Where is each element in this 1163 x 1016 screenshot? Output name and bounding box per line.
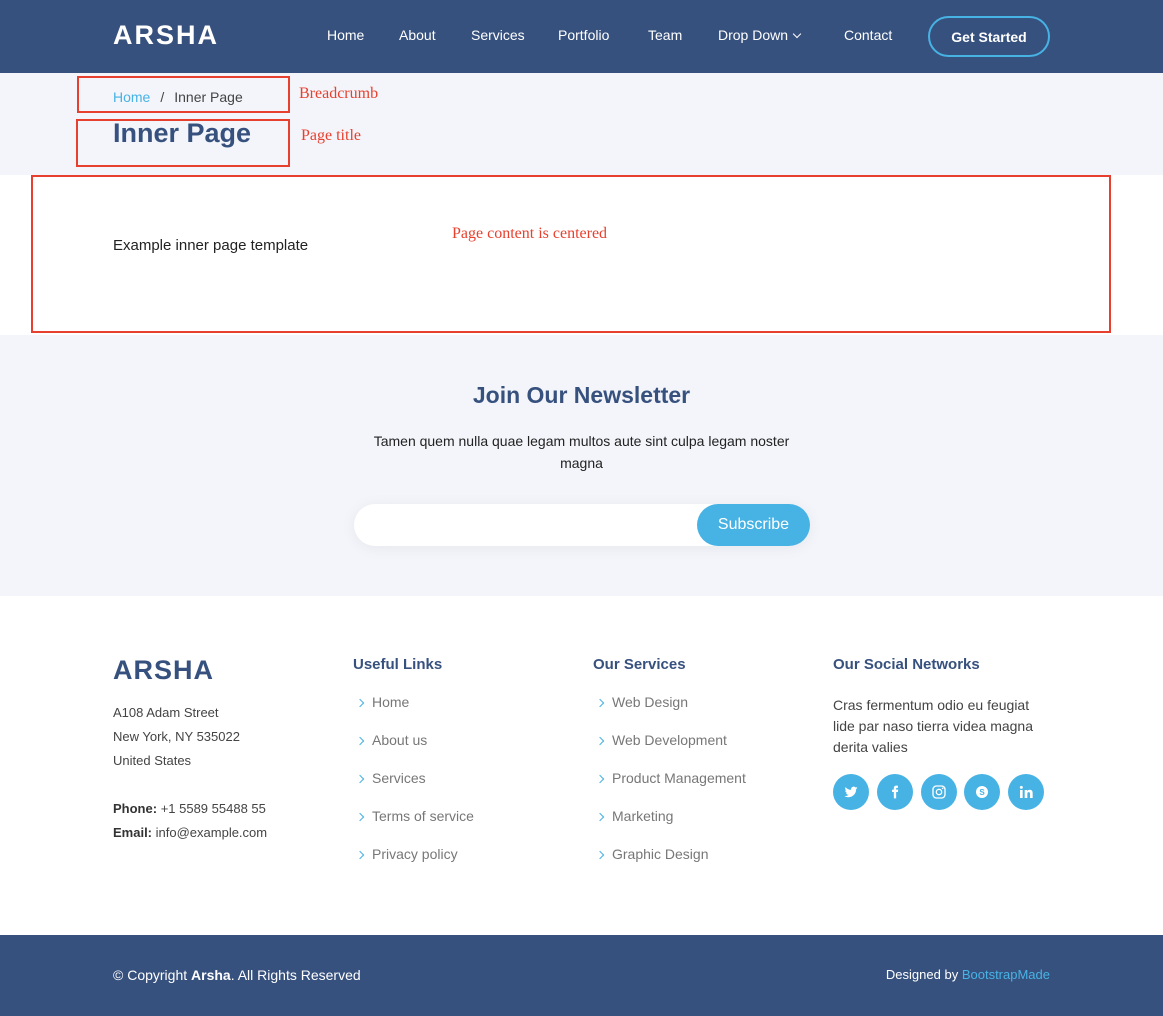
chevron-right-icon (355, 812, 365, 822)
breadcrumb-annotation-box (77, 76, 290, 113)
address-line: New York, NY 535022 (113, 729, 240, 744)
list-item[interactable]: About us (353, 732, 474, 770)
useful-link[interactable]: Services (372, 770, 426, 786)
nav-home[interactable]: Home (327, 27, 364, 43)
services-heading: Our Services (593, 656, 686, 673)
address-line: A108 Adam Street (113, 705, 219, 720)
list-item[interactable]: Home (353, 694, 474, 732)
skype-icon[interactable]: S (964, 774, 1000, 810)
nav-dropdown[interactable]: Drop Down (718, 27, 802, 43)
footer-contact: Phone: +1 5589 55488 55 Email: info@exam… (113, 797, 267, 845)
nav-about[interactable]: About (399, 27, 436, 43)
newsletter-title: Join Our Newsletter (472, 382, 691, 408)
chevron-right-icon (355, 850, 365, 860)
site-logo[interactable]: ARSHA (113, 20, 219, 51)
chevron-right-icon (355, 774, 365, 784)
newsletter-email-input[interactable] (374, 504, 694, 546)
newsletter-form: Subscribe (354, 504, 810, 546)
useful-link[interactable]: Home (372, 694, 409, 710)
services-list: Web Design Web Development Product Manag… (593, 694, 746, 884)
chevron-right-icon (595, 698, 605, 708)
copyright-prefix: © Copyright (113, 967, 188, 983)
phone-value: +1 5589 55488 55 (160, 801, 266, 816)
chevron-down-icon (792, 29, 802, 39)
email-value: info@example.com (155, 825, 268, 840)
useful-link[interactable]: Terms of service (372, 808, 474, 824)
get-started-button[interactable]: Get Started (928, 16, 1050, 57)
list-item[interactable]: Marketing (593, 808, 746, 846)
nav-contact[interactable]: Contact (844, 27, 892, 43)
copyright-suffix: . All Rights Reserved (230, 967, 361, 983)
linkedin-icon[interactable] (1008, 774, 1044, 810)
page-title-annotation-label: Page title (301, 127, 361, 144)
useful-link[interactable]: Privacy policy (372, 846, 458, 862)
list-item[interactable]: Web Development (593, 732, 746, 770)
list-item[interactable]: Product Management (593, 770, 746, 808)
email-label: Email: (113, 825, 153, 840)
page-content-text: Example inner page template (113, 237, 309, 254)
newsletter-section: Join Our Newsletter Tamen quem nulla qua… (0, 335, 1163, 596)
chevron-right-icon (595, 812, 605, 822)
footer-address: A108 Adam Street New York, NY 535022 Uni… (113, 701, 240, 773)
chevron-right-icon (355, 698, 365, 708)
list-item[interactable]: Terms of service (353, 808, 474, 846)
footer-bottom: © Copyright Arsha. All Rights Reserved D… (0, 935, 1163, 1016)
email-line: Email: info@example.com (113, 821, 267, 845)
twitter-icon[interactable] (833, 774, 869, 810)
service-link[interactable]: Product Management (612, 770, 746, 786)
chevron-right-icon (595, 736, 605, 746)
phone-label: Phone: (113, 801, 158, 816)
address-line: United States (113, 753, 192, 768)
nav-dropdown-label: Drop Down (718, 27, 789, 43)
nav-services[interactable]: Services (471, 27, 525, 43)
nav-portfolio[interactable]: Portfolio (558, 27, 609, 43)
facebook-icon[interactable] (877, 774, 913, 810)
instagram-icon[interactable] (921, 774, 957, 810)
list-item[interactable]: Graphic Design (593, 846, 746, 884)
chevron-right-icon (355, 736, 365, 746)
list-item[interactable]: Privacy policy (353, 846, 474, 884)
copyright-brand: Arsha (191, 967, 231, 983)
subscribe-button[interactable]: Subscribe (697, 504, 810, 546)
chevron-right-icon (595, 774, 605, 784)
list-item[interactable]: Services (353, 770, 474, 808)
designer-link[interactable]: BootstrapMade (962, 967, 1050, 982)
list-item[interactable]: Web Design (593, 694, 746, 732)
nav-team[interactable]: Team (648, 27, 682, 43)
useful-links-heading: Useful Links (353, 656, 443, 673)
useful-links-list: Home About us Services Terms of service … (353, 694, 474, 884)
page-title-annotation-box (76, 119, 290, 167)
service-link[interactable]: Web Design (612, 694, 688, 710)
copyright: © Copyright Arsha. All Rights Reserved (113, 967, 361, 983)
content-annotation-label: Page content is centered (452, 225, 608, 242)
service-link[interactable]: Marketing (612, 808, 673, 824)
service-link[interactable]: Graphic Design (612, 846, 709, 862)
useful-link[interactable]: About us (372, 732, 427, 748)
social-heading: Our Social Networks (833, 656, 980, 673)
social-description: Cras fermentum odio eu feugiat lide par … (833, 697, 1034, 755)
site-header: ARSHA Home About Services Portfolio Team… (0, 0, 1163, 73)
content-annotation-box (31, 175, 1111, 333)
footer-logo: ARSHA (113, 655, 215, 685)
phone-line: Phone: +1 5589 55488 55 (113, 797, 267, 821)
svg-text:S: S (979, 788, 985, 797)
breadcrumb-annotation-label: Breadcrumb (299, 85, 379, 102)
service-link[interactable]: Web Development (612, 732, 727, 748)
credits: Designed by BootstrapMade (886, 967, 1050, 982)
chevron-right-icon (595, 850, 605, 860)
newsletter-description: Tamen quem nulla quae legam multos aute … (373, 433, 790, 471)
designed-by-label: Designed by (885, 967, 959, 982)
